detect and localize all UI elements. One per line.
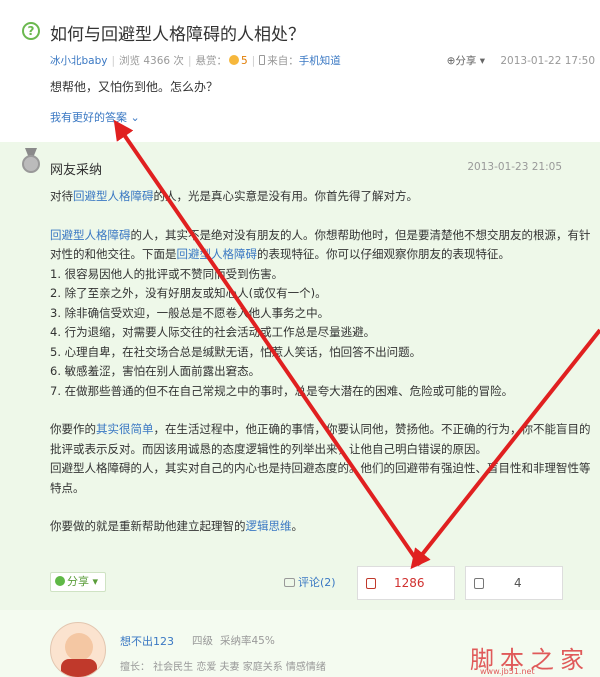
comment-icon xyxy=(284,578,295,587)
list-item: 4. 行为退缩，对需要人际交往的社会活动或工作总是尽量逃避。 xyxy=(50,325,376,339)
list-item: 6. 敏感羞涩，害怕在别人面前露出窘态。 xyxy=(50,364,261,378)
keyword-link[interactable]: 回避型人格障碍 xyxy=(50,228,131,242)
keyword-link[interactable]: 回避型人格障碍 xyxy=(177,247,258,261)
better-answer-link[interactable]: 我有更好的答案 ⌄ xyxy=(50,109,140,125)
upvote-button[interactable]: 1286 xyxy=(357,566,455,600)
list-item: 5. 心理自卑，在社交场合总是缄默无语，怕惹人笑话，怕回答不出问题。 xyxy=(50,344,422,359)
phone-icon xyxy=(259,55,266,65)
keyword-link[interactable]: 逻辑思维 xyxy=(246,519,292,533)
share-label: 分享 xyxy=(455,55,477,67)
question-title: 如何与回避型人格障碍的人相处？ xyxy=(50,25,305,45)
answer-label: 网友采纳 xyxy=(50,163,103,178)
list-item: 2. 除了至亲之外，没有好朋友或知心人(或仅有一个)。 xyxy=(50,286,327,300)
keyword-link[interactable]: 回避型人格障碍 xyxy=(73,189,154,203)
answer-date: 2013-01-23 21:05 xyxy=(467,161,562,173)
answerer-level: 四级 xyxy=(192,635,213,647)
wechat-icon xyxy=(55,576,65,586)
author-link[interactable]: 冰小北baby xyxy=(50,55,107,67)
share-dropdown[interactable]: ⊕分享 ▾ xyxy=(447,55,485,67)
keyword-link[interactable]: 其实很简单 xyxy=(96,422,154,436)
answer-paragraph: 回避型人格障碍的人，其实对自己的内心也是持回避态度的。他们的回避带有强迫性、盲目… xyxy=(50,461,591,495)
downvote-count: 4 xyxy=(514,576,522,590)
source-label: 来自： xyxy=(267,55,299,67)
answer-body: 对待回避型人格障碍的人，光是真心实意是没有用。你首先得了解对方。 回避型人格障碍… xyxy=(50,187,595,537)
medal-icon xyxy=(21,148,41,174)
question-description: 想帮他，又怕伤到他。怎么办？ xyxy=(50,80,219,94)
upvote-count: 1286 xyxy=(394,576,425,590)
accepted-answer: 网友采纳 2013-01-23 21:05 对待回避型人格障碍的人，光是真心实意… xyxy=(0,142,600,610)
watermark-url: www.jb51.net xyxy=(480,667,535,676)
share-button[interactable]: 分享 ▾ xyxy=(50,572,106,592)
comment-link[interactable]: 评论(2) xyxy=(284,574,336,590)
answerer-expertise: 擅长： 社会民生 恋爱 夫妻 家庭关系 情感情绪 xyxy=(120,662,326,673)
avatar[interactable] xyxy=(50,622,106,677)
answer-paragraph: 回避型人格障碍的人，其实不是绝对没有朋友的人。你想帮助他时，但是要清楚他不想交朋… xyxy=(50,227,591,262)
view-count: 浏览 4366 次 xyxy=(119,55,184,67)
question-header: ? 如何与回避型人格障碍的人相处？ 冰小北baby | 浏览 4366 次 | 悬赏： 5… xyxy=(0,0,600,140)
answer-paragraph: 你要做的就是重新帮助他建立起理智的逻辑思维。 xyxy=(50,519,303,533)
question-meta: 冰小北baby | 浏览 4366 次 | 悬赏： 5 | 来自：手机知道 ⊕分享 ▾ 201… xyxy=(50,55,595,67)
answerer-name[interactable]: 想不出123 xyxy=(120,633,174,649)
downvote-button[interactable]: 4 xyxy=(465,566,563,600)
reward-value: 5 xyxy=(240,55,248,67)
list-item: 7. 在做那些普通的但不在自己常规之中的事时，总是夸大潜在的困难、危险或可能的冒… xyxy=(50,383,514,398)
list-item: 1. 很容易因他人的批评或不赞同而受到伤害。 xyxy=(50,266,284,281)
list-item: 3. 除非确信受欢迎，一般总是不愿卷入他人事务之中。 xyxy=(50,305,330,320)
coin-icon xyxy=(228,55,239,65)
answerer-accept-rate: 采纳率45% xyxy=(220,635,275,647)
answer-paragraph: 对待回避型人格障碍的人，光是真心实意是没有用。你首先得了解对方。 xyxy=(50,189,418,203)
question-date: 2013-01-22 17:50 xyxy=(500,55,595,67)
source-link[interactable]: 手机知道 xyxy=(299,55,341,67)
reward-label: 悬赏： xyxy=(195,55,227,67)
question-mark-icon: ? xyxy=(22,22,40,40)
chevron-down-icon: ⌄ xyxy=(130,111,140,124)
answer-paragraph: 你要作的其实很简单，在生活过程中，他正确的事情，你要认同他，赞扬他。不正确的行为… xyxy=(50,422,591,456)
thumbs-down-icon xyxy=(474,578,484,589)
better-answer-label: 我有更好的答案 xyxy=(50,111,127,124)
thumbs-up-icon xyxy=(366,578,376,589)
